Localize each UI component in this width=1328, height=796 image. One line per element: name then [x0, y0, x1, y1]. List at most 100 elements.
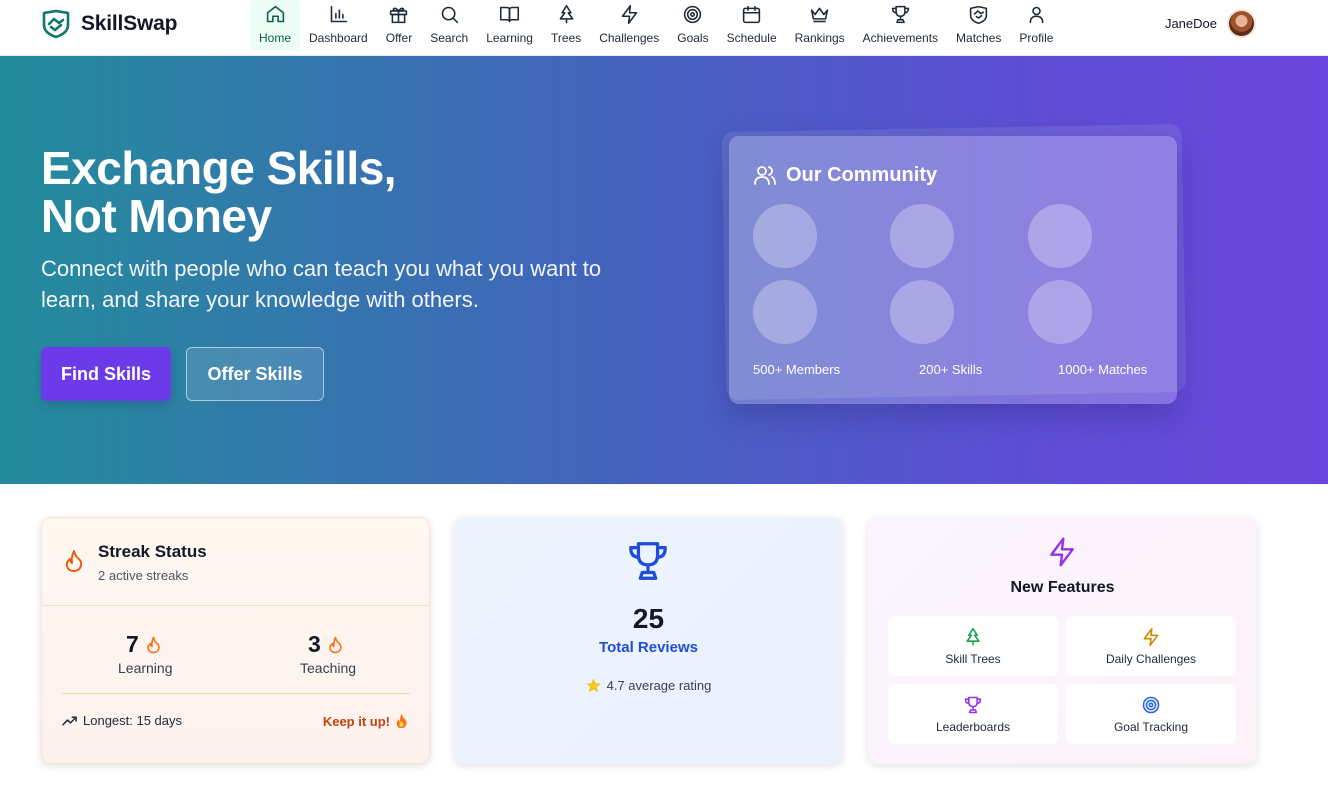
nav-label: Trees: [550, 31, 582, 45]
nav-label: Offer: [385, 31, 413, 45]
feature-daily-challenges[interactable]: Daily Challenges: [1066, 616, 1236, 676]
teaching-streak-value: 3: [308, 631, 321, 657]
reviews-label: Total Reviews: [599, 639, 698, 656]
app-name: SkillSwap: [81, 12, 178, 35]
nav-label: Goals: [677, 31, 709, 45]
community-title-text: Our Community: [786, 163, 938, 186]
hero-title-line2: Not Money: [41, 190, 272, 242]
learning-streak-value: 7: [126, 631, 139, 657]
nav-label: Home: [259, 31, 292, 45]
hero-title: Exchange Skills, Not Money: [41, 142, 397, 242]
learning-label: Learning: [118, 660, 173, 676]
user-icon: [1029, 6, 1044, 24]
keep-it-up-message: Keep it up!: [323, 713, 408, 729]
flame-icon: [329, 636, 342, 653]
nav-dashboard[interactable]: Dashboard: [300, 0, 377, 50]
learning-streak-count: 7: [126, 631, 161, 658]
handshake-icon: [970, 5, 988, 25]
hero-title-line1: Exchange Skills,: [41, 142, 397, 194]
nav-label: Dashboard: [309, 31, 368, 45]
member-avatar-placeholder: [1028, 280, 1092, 344]
nav-offer[interactable]: Offer: [377, 0, 421, 50]
tree-icon: [559, 4, 573, 24]
feature-label: Daily Challenges: [1105, 651, 1197, 666]
search-icon: [441, 6, 458, 24]
skills-stat: 200+ Skills: [919, 362, 983, 377]
trophy-icon: [891, 5, 910, 24]
nav-learning[interactable]: Learning: [477, 0, 542, 50]
reviews-card: 25 Total Reviews 4.7 average rating: [454, 517, 843, 764]
avatar[interactable]: [1227, 9, 1256, 38]
member-avatar-placeholder: [890, 204, 954, 268]
flame-icon: [147, 636, 160, 653]
nav-achievements[interactable]: Achievements: [854, 0, 947, 50]
nav-label: Search: [430, 31, 469, 45]
target-icon: [684, 5, 702, 24]
nav-schedule[interactable]: Schedule: [718, 0, 786, 50]
user-menu[interactable]: JaneDoe: [1165, 9, 1256, 38]
divider: [62, 693, 410, 694]
feature-goal-tracking[interactable]: Goal Tracking: [1066, 684, 1236, 744]
logo[interactable]: SkillSwap: [40, 9, 177, 39]
new-features-card: New Features Skill Trees Daily Challenge…: [868, 517, 1257, 764]
book-icon: [500, 6, 520, 23]
find-skills-button[interactable]: Find Skills: [41, 347, 171, 401]
star-icon: [586, 678, 601, 693]
fire-emoji-icon: [396, 713, 407, 729]
feature-skill-trees[interactable]: Skill Trees: [888, 616, 1058, 676]
teaching-streak-count: 3: [308, 631, 343, 658]
feature-label: Goal Tracking: [1113, 719, 1189, 734]
feature-label: Skill Trees: [945, 651, 1001, 666]
tree-icon: [966, 627, 980, 645]
matches-stat: 1000+ Matches: [1058, 362, 1148, 377]
average-rating: 4.7 average rating: [454, 678, 843, 693]
gift-icon: [390, 7, 408, 24]
nav-label: Schedule: [726, 31, 777, 45]
member-avatar-placeholder: [890, 280, 954, 344]
target-icon: [1142, 696, 1160, 713]
nav-label: Learning: [486, 31, 533, 45]
nav-challenges[interactable]: Challenges: [590, 0, 668, 50]
trophy-icon: [964, 696, 982, 713]
nav-label: Challenges: [599, 31, 660, 45]
longest-streak: Longest: 15 days: [62, 713, 182, 728]
nav-goals[interactable]: Goals: [668, 0, 717, 50]
hero-subtitle: Connect with people who can teach you wh…: [41, 256, 602, 312]
streak-title: Streak Status: [98, 542, 207, 561]
nav-label: Profile: [1019, 31, 1054, 45]
streak-card: Streak Status 2 active streaks 7 Learnin…: [41, 517, 430, 764]
trending-up-icon: [62, 716, 77, 725]
handshake-logo-icon: [40, 9, 72, 39]
members-stat: 500+ Members: [753, 362, 841, 377]
streak-subtitle: 2 active streaks: [98, 568, 189, 583]
nav-label: Achievements: [862, 31, 939, 45]
home-icon: [266, 5, 284, 23]
feature-label: Leaderboards: [935, 719, 1011, 734]
flame-icon: [64, 549, 84, 578]
features-title: New Features: [1010, 579, 1115, 596]
nav-label: Rankings: [794, 31, 845, 45]
main-nav: Home Dashboard Offer Search Learning Tre…: [250, 0, 1062, 52]
member-avatar-placeholder: [753, 280, 817, 344]
keep-it-up-text: Keep it up!: [322, 713, 390, 729]
top-header: SkillSwap Home Dashboard Offer Search Le…: [0, 0, 1328, 56]
teaching-label: Teaching: [300, 660, 357, 676]
bar-chart-icon: [330, 5, 348, 23]
longest-streak-text: Longest: 15 days: [83, 713, 183, 728]
bolt-icon: [1046, 536, 1078, 573]
nav-home[interactable]: Home: [250, 0, 301, 50]
nav-profile[interactable]: Profile: [1010, 0, 1062, 50]
offer-skills-button[interactable]: Offer Skills: [186, 347, 324, 401]
crown-icon: [810, 7, 829, 23]
nav-matches[interactable]: Matches: [947, 0, 1010, 50]
average-rating-text: 4.7 average rating: [606, 678, 712, 693]
nav-search[interactable]: Search: [421, 0, 477, 50]
hero-section: Exchange Skills, Not Money Connect with …: [0, 56, 1328, 484]
nav-rankings[interactable]: Rankings: [786, 0, 854, 50]
member-avatar-placeholder: [753, 204, 817, 268]
nav-label: Matches: [956, 31, 1002, 45]
trophy-icon: [625, 538, 671, 589]
nav-trees[interactable]: Trees: [542, 0, 590, 50]
feature-leaderboards[interactable]: Leaderboards: [888, 684, 1058, 744]
community-title: Our Community: [753, 163, 937, 187]
